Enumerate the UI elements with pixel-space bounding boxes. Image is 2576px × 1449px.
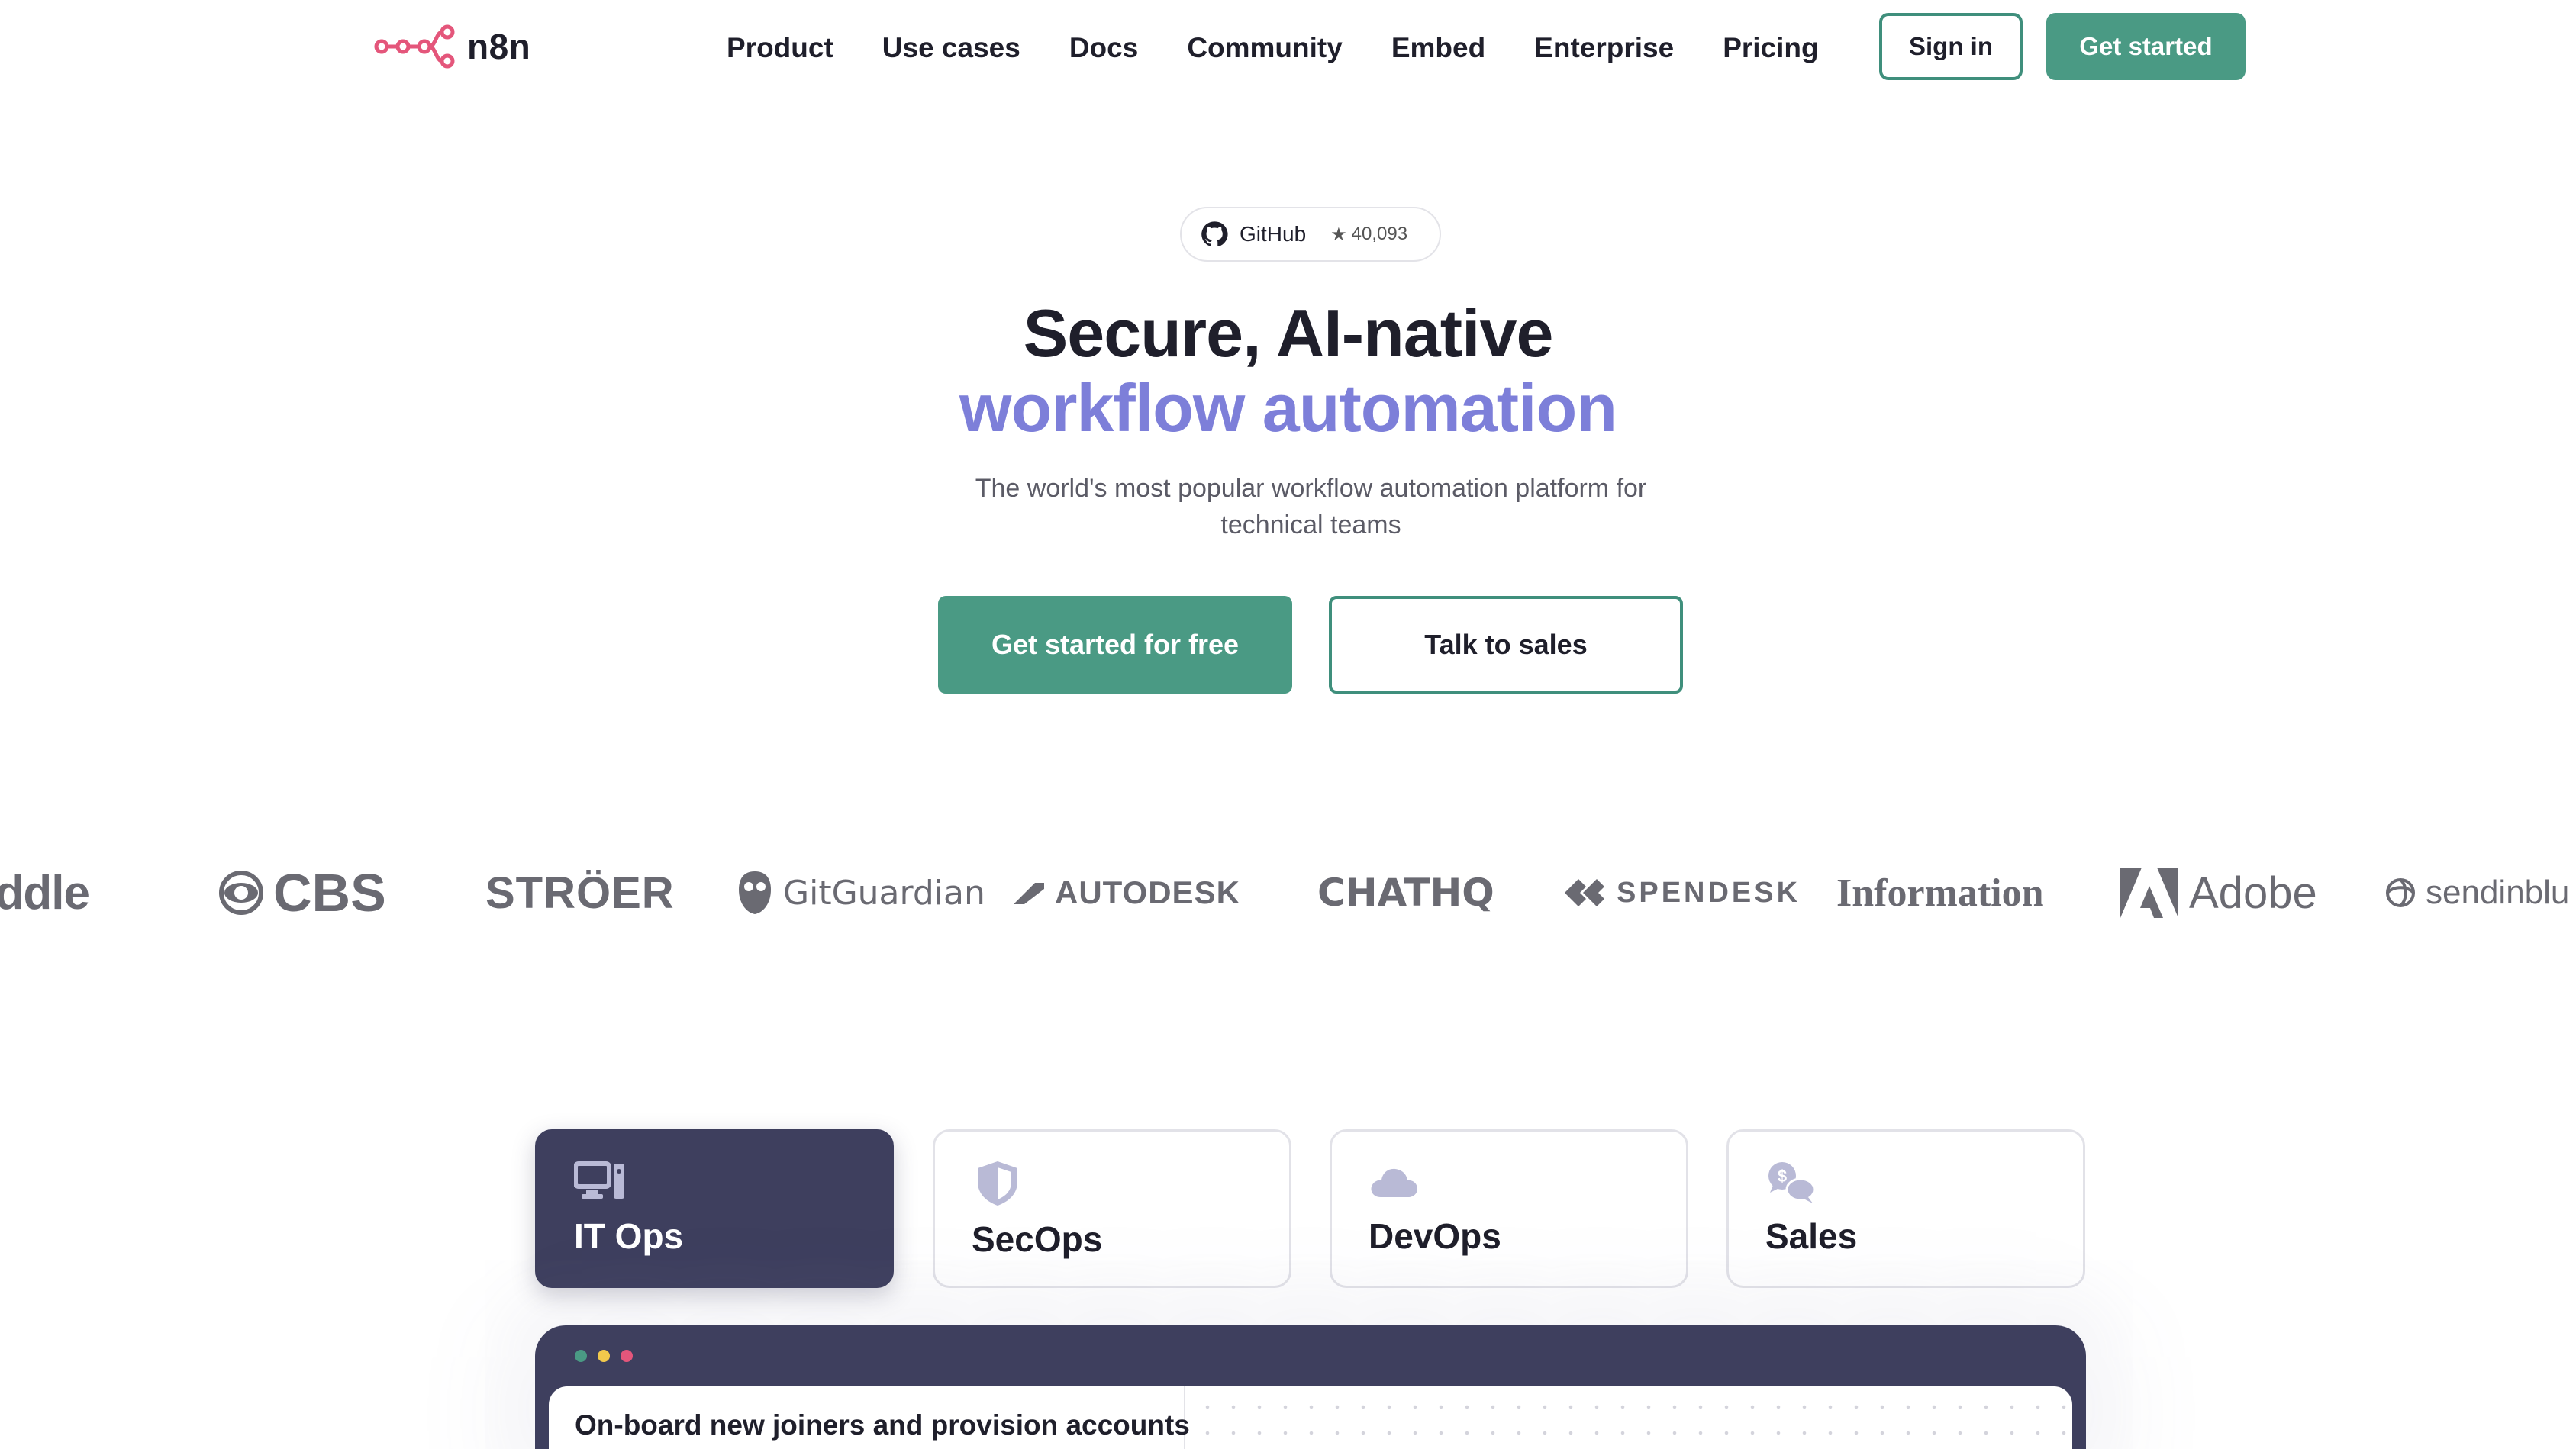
spendesk-wordmark: SPENDESK <box>1617 876 1801 909</box>
adobe-mark-icon <box>2120 868 2178 918</box>
svg-text:$: $ <box>1778 1167 1787 1186</box>
cloud-icon <box>1371 1168 1417 1197</box>
computer-icon <box>574 1161 624 1199</box>
information-wordmark: Information <box>1836 871 2044 915</box>
workflow-panel: On-board new joiners and provision accou… <box>549 1386 2072 1449</box>
tab-devops[interactable]: DevOps <box>1330 1129 1688 1288</box>
cbs-wordmark: CBS <box>273 863 386 923</box>
sendinblue-wordmark: sendinblu <box>2426 874 2570 911</box>
owl-icon <box>739 871 771 914</box>
get-started-button[interactable]: Get started <box>2046 13 2246 80</box>
workflow-description-pane: On-board new joiners and provision accou… <box>549 1386 1190 1449</box>
tab-sales[interactable]: $ Sales <box>1726 1129 2085 1288</box>
tab-label: SecOps <box>972 1219 1103 1259</box>
customer-logo-strip: addle CBS STRÖER GitGuardian AUTODESK CH… <box>0 855 2576 931</box>
paddle-wordmark: addle <box>0 866 90 919</box>
logo-wordmark: n8n <box>467 27 531 66</box>
stroer-logo: STRÖER <box>485 855 675 931</box>
github-label: GitHub <box>1240 222 1307 246</box>
top-nav: n8n Product Use cases Docs Community Emb… <box>0 0 2576 99</box>
autodesk-wordmark: AUTODESK <box>1055 874 1240 910</box>
cbs-eye-icon <box>219 871 263 915</box>
adobe-logo: Adobe <box>2119 855 2317 931</box>
tab-it-ops[interactable]: IT Ops <box>535 1129 894 1288</box>
gitguardian-logo: GitGuardian <box>736 855 985 931</box>
workflow-demo-window: On-board new joiners and provision accou… <box>535 1325 2086 1449</box>
spendesk-mark-icon <box>1565 879 1604 906</box>
talk-to-sales-button[interactable]: Talk to sales <box>1329 596 1683 694</box>
main-menu: Product Use cases Docs Community Embed E… <box>727 29 1868 67</box>
hero-title: Secure, AI-native workflow automation <box>0 296 2576 446</box>
sign-in-button[interactable]: Sign in <box>1879 13 2023 80</box>
workflow-title: On-board new joiners and provision accou… <box>575 1409 1190 1441</box>
nav-enterprise[interactable]: Enterprise <box>1534 29 1674 67</box>
chathq-wordmark: CHATHQ <box>1317 871 1494 915</box>
nav-use-cases[interactable]: Use cases <box>882 29 1020 67</box>
autodesk-mark-icon <box>1014 883 1044 904</box>
spendesk-logo: SPENDESK <box>1562 855 1801 931</box>
hero-title-line2: workflow automation <box>959 370 1617 446</box>
github-icon <box>1201 221 1228 247</box>
window-dot-yellow <box>598 1350 610 1362</box>
window-controls <box>575 1350 633 1362</box>
tab-label: Sales <box>1765 1216 1858 1256</box>
nav-embed[interactable]: Embed <box>1391 29 1485 67</box>
nav-community[interactable]: Community <box>1187 29 1343 67</box>
star-count-value: 40,093 <box>1351 224 1408 244</box>
paddle-logo: addle <box>0 855 90 931</box>
hero-title-line1: Secure, AI-native <box>1023 295 1554 371</box>
tab-label: DevOps <box>1369 1216 1501 1256</box>
shield-icon <box>978 1161 1017 1206</box>
sendinblue-logo: sendinblu <box>2384 855 2569 931</box>
chathq-logo: CHATHQ <box>1317 855 1494 931</box>
chat-dollar-icon: $ <box>1768 1162 1816 1203</box>
hero-subtitle: The world's most popular workflow automa… <box>975 474 1647 539</box>
tab-secops[interactable]: SecOps <box>933 1129 1291 1288</box>
github-stars-badge[interactable]: GitHub ★ 40,093 <box>1180 207 1441 262</box>
workflow-canvas[interactable] <box>1187 1386 2072 1449</box>
the-information-logo: Information <box>1836 855 2044 931</box>
gitguardian-wordmark: GitGuardian <box>783 873 985 913</box>
nav-docs[interactable]: Docs <box>1069 29 1138 67</box>
nav-product[interactable]: Product <box>727 29 833 67</box>
star-icon: ★ <box>1330 224 1347 245</box>
cbs-logo: CBS <box>218 855 386 931</box>
n8n-logo-icon <box>374 24 455 69</box>
window-dot-green <box>575 1350 587 1362</box>
n8n-logo[interactable]: n8n <box>374 23 530 70</box>
nav-pricing[interactable]: Pricing <box>1723 29 1818 67</box>
sendinblue-mark-icon <box>2386 878 2415 907</box>
adobe-wordmark: Adobe <box>2189 868 2317 918</box>
autodesk-logo: AUTODESK <box>1012 855 1240 931</box>
github-star-count: ★ 40,093 <box>1330 224 1407 246</box>
tab-label: IT Ops <box>574 1216 684 1256</box>
get-started-free-button[interactable]: Get started for free <box>938 596 1292 694</box>
stroer-wordmark: STRÖER <box>485 868 675 918</box>
window-dot-red <box>621 1350 633 1362</box>
